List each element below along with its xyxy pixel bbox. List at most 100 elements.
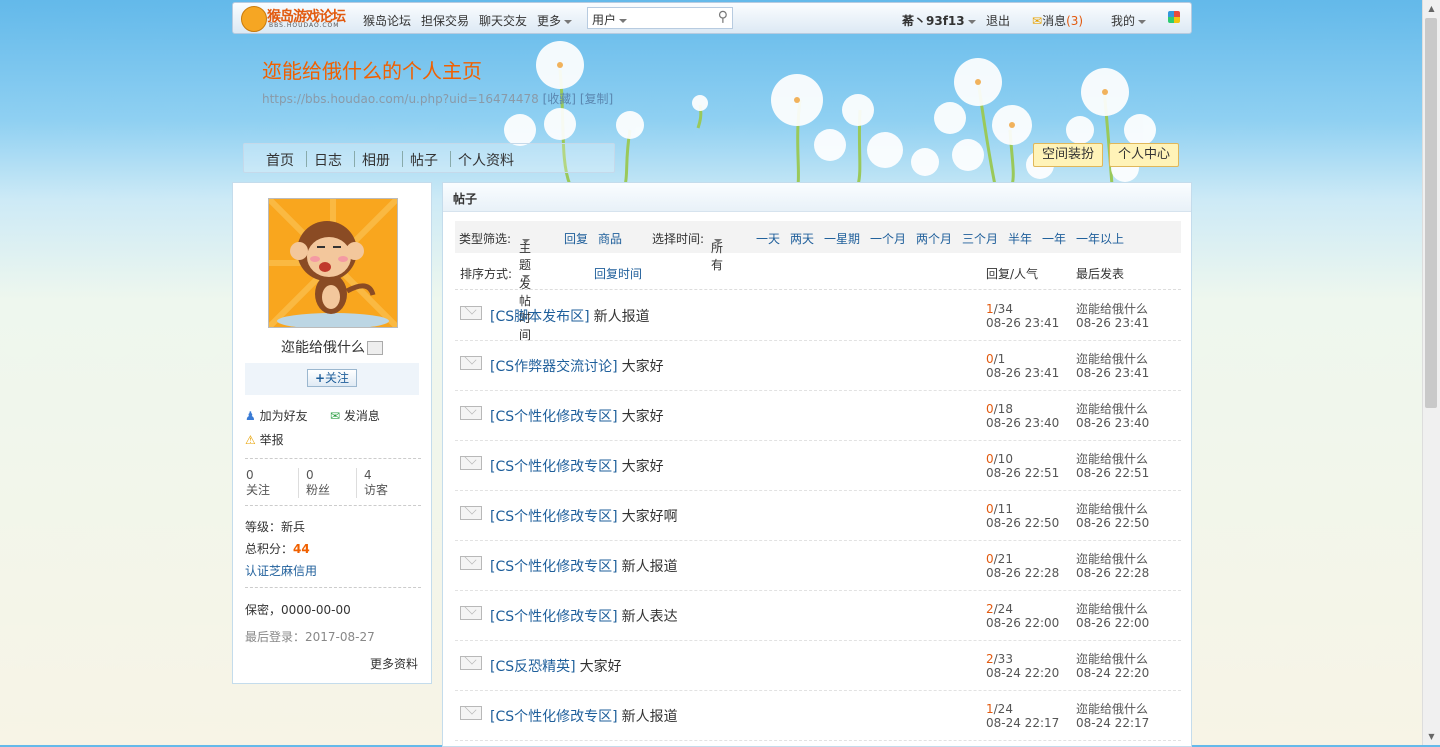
user-center-button[interactable]: 个人中心 <box>1109 143 1180 167</box>
filter-time-halfyear[interactable]: 半年 <box>1008 230 1032 247</box>
nav-more[interactable]: 更多 <box>537 12 573 29</box>
send-message-link[interactable]: ✉ 发消息 <box>330 407 380 424</box>
sort-bar: 排序方式: 发帖时间 回复时间 回复/人气 最后发表 <box>455 255 1181 342</box>
post-title-link[interactable]: 大家好 <box>580 659 622 675</box>
send-message-icon: ✉ <box>330 409 341 423</box>
envelope-icon: ✉ <box>1032 14 1043 28</box>
filter-time-1day[interactable]: 一天 <box>756 230 780 247</box>
stat-following[interactable]: 0 关注 <box>246 468 270 498</box>
post-reply-stats: 0/21 08-26 22:28 <box>986 552 1060 580</box>
search-icon[interactable]: ⚲ <box>718 9 728 25</box>
post-forum-link[interactable]: [CS个性化修改专区] <box>490 459 618 475</box>
copy-link[interactable]: [复制] <box>580 92 613 106</box>
filter-type-replies[interactable]: 回复 <box>564 230 588 247</box>
tab-album[interactable]: 相册 <box>362 150 390 170</box>
chevron-down-icon <box>714 239 722 243</box>
space-decorate-button[interactable]: 空间装扮 <box>1033 143 1104 167</box>
post-title-link[interactable]: 新人报道 <box>622 559 678 575</box>
filter-time-1year[interactable]: 一年 <box>1042 230 1066 247</box>
filter-time-1week[interactable]: 一星期 <box>824 230 860 247</box>
chevron-down-icon <box>1138 19 1147 24</box>
post-forum-link[interactable]: [CS个性化修改专区] <box>490 709 618 725</box>
current-user-menu[interactable]: 莃丶93f13 <box>902 12 976 29</box>
post-title-link[interactable]: 新人表达 <box>622 609 678 625</box>
post-title-link[interactable]: 新人报道 <box>594 309 650 325</box>
post-forum-link[interactable]: [CS脚本发布区] <box>490 309 590 325</box>
post-reply-stats: 1/34 08-26 23:41 <box>986 302 1060 330</box>
filter-time-over1year[interactable]: 一年以上 <box>1076 230 1124 247</box>
stat-visitors[interactable]: 4 访客 <box>356 468 388 498</box>
post-last-reply: 迩能给俄什么 08-26 23:41 <box>1076 352 1150 380</box>
post-forum-link[interactable]: [CS个性化修改专区] <box>490 609 618 625</box>
post-reply-stats: 2/24 08-26 22:00 <box>986 602 1060 630</box>
nav-houdao-forum[interactable]: 猴岛论坛 <box>363 12 411 29</box>
table-row: [CS脚本发布区] 新人报道 1/34 08-26 23:41 迩能给俄什么 08-2… <box>455 290 1181 341</box>
filter-time-2days[interactable]: 两天 <box>790 230 814 247</box>
user-points: 总积分：44 <box>245 542 310 556</box>
post-forum-link[interactable]: [CS作弊器交流讨论] <box>490 359 618 375</box>
posts-panel: 帖子 类型筛选: 主题 回复 商品 选择时间: 所有 一天 两天 一星期 一个月… <box>442 182 1192 747</box>
more-info-link[interactable]: 更多资料 <box>370 655 418 672</box>
tab-blog[interactable]: 日志 <box>314 150 342 170</box>
envelope-icon <box>460 306 482 320</box>
post-forum-link[interactable]: [CS个性化修改专区] <box>490 409 618 425</box>
post-reply-stats: 1/24 08-24 22:17 <box>986 702 1060 730</box>
post-title-link[interactable]: 大家好啊 <box>622 509 678 525</box>
post-reply-stats: 0/10 08-26 22:51 <box>986 452 1060 480</box>
tab-posts[interactable]: 帖子 <box>410 150 438 170</box>
top-navigation-bar: 猴岛游戏论坛 BBS.HOUDAO.COM 猴岛论坛 担保交易 聊天交友 更多 … <box>232 2 1192 34</box>
stat-fans[interactable]: 0 粉丝 <box>298 468 330 498</box>
space-tabs: 首页 日志 相册 帖子 个人资料 <box>243 143 615 173</box>
post-forum-link[interactable]: [CS个性化修改专区] <box>490 509 618 525</box>
follow-area: +关注 <box>245 363 419 395</box>
zhima-credit-link[interactable]: 认证芝麻信用 <box>245 562 317 579</box>
chevron-down-icon <box>522 239 530 243</box>
post-title-link[interactable]: 大家好 <box>622 359 664 375</box>
post-forum-link[interactable]: [CS个性化修改专区] <box>490 559 618 575</box>
table-row: [CS个性化修改专区] 新人报道 0/21 08-26 22:28 迩能给俄什么 08… <box>455 540 1181 591</box>
logout-link[interactable]: 退出 <box>986 12 1010 29</box>
search-scope-select[interactable]: 用户 <box>592 11 628 28</box>
site-logo[interactable]: 猴岛游戏论坛 BBS.HOUDAO.COM <box>241 5 356 32</box>
tab-profile[interactable]: 个人资料 <box>458 150 514 170</box>
messages-link[interactable]: ✉消息(3) <box>1032 12 1083 29</box>
nav-escrow-trade[interactable]: 担保交易 <box>421 12 469 29</box>
add-friend-link[interactable]: ♟ 加为好友 <box>245 407 308 424</box>
mine-menu[interactable]: 我的 <box>1111 12 1147 29</box>
envelope-icon <box>460 706 482 720</box>
scroll-down-icon[interactable]: ▼ <box>1423 728 1440 745</box>
filter-time-2months[interactable]: 两个月 <box>916 230 952 247</box>
filter-time-3months[interactable]: 三个月 <box>962 230 998 247</box>
follow-button[interactable]: +关注 <box>307 369 357 387</box>
post-title-link[interactable]: 大家好 <box>622 409 664 425</box>
envelope-icon <box>460 556 482 570</box>
post-title-link[interactable]: 新人报道 <box>622 709 678 725</box>
vertical-scrollbar[interactable]: ▲ ▼ <box>1422 0 1440 745</box>
user-birthday: 保密，0000-00-00 <box>245 603 351 617</box>
posts-panel-header: 帖子 <box>443 183 1191 212</box>
post-last-reply: 迩能给俄什么 08-24 22:20 <box>1076 652 1150 680</box>
post-last-reply: 迩能给俄什么 08-26 23:40 <box>1076 402 1150 430</box>
post-title-link[interactable]: 大家好 <box>622 459 664 475</box>
avatar[interactable] <box>268 198 398 328</box>
column-replies-views: 回复/人气 <box>986 267 1039 281</box>
chevron-down-icon <box>564 19 573 24</box>
scroll-up-icon[interactable]: ▲ <box>1423 0 1440 17</box>
scrollbar-thumb[interactable] <box>1425 18 1437 408</box>
bookmark-link[interactable]: [收藏] <box>543 92 576 106</box>
table-row: [CS作弊器交流讨论] 大家好 0/1 08-26 23:41 迩能给俄什么 08-2… <box>455 340 1181 391</box>
tab-home[interactable]: 首页 <box>266 150 294 170</box>
post-reply-stats: 0/18 08-26 23:40 <box>986 402 1060 430</box>
last-login: 最后登录：2017-08-27 <box>245 630 375 644</box>
sort-by-reply-time[interactable]: 回复时间 <box>594 265 642 282</box>
post-forum-link[interactable]: [CS反恐精英] <box>490 659 576 675</box>
filter-type-goods[interactable]: 商品 <box>598 230 622 247</box>
vcard-icon <box>367 341 383 355</box>
plus-icon: + <box>314 371 326 385</box>
column-last-post: 最后发表 <box>1076 267 1125 281</box>
report-link[interactable]: ⚠ 举报 <box>245 431 284 448</box>
nav-chat-friends[interactable]: 聊天交友 <box>479 12 527 29</box>
app-grid-icon[interactable] <box>1168 11 1180 23</box>
table-row: [CS反恐精英] 大家好 2/33 08-24 22:20 迩能给俄什么 08-24 … <box>455 640 1181 691</box>
filter-time-1month[interactable]: 一个月 <box>870 230 906 247</box>
